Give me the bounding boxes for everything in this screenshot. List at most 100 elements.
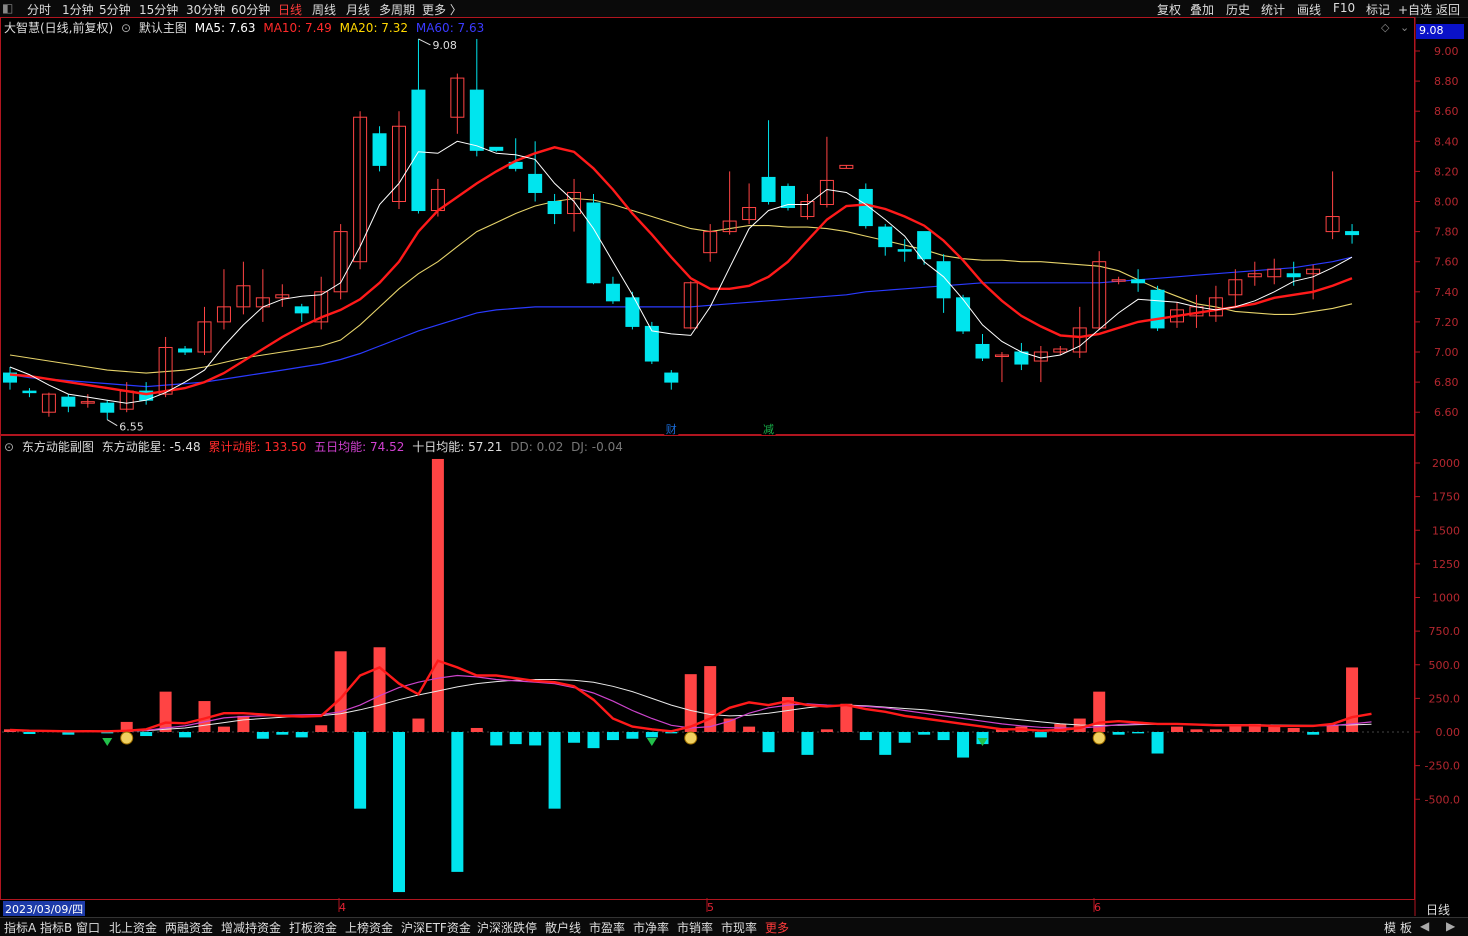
kline-chart[interactable]: 9.00 8.80 8.60 8.40 8.20 8.00 7.80 7.60 7.40 7.20… — [0, 0, 1468, 935]
price-tick-label: 7.20 — [1434, 316, 1459, 329]
template-button[interactable]: 模 — [1384, 919, 1396, 936]
candle-body — [469, 89, 484, 151]
price-tick-label: 8.20 — [1434, 165, 1459, 178]
indicator-tab[interactable]: 散户线 — [545, 919, 581, 936]
energy-bar — [256, 732, 269, 739]
candle-body — [178, 348, 193, 353]
energy-bar — [237, 715, 250, 732]
candle-body — [605, 283, 620, 302]
energy-bar — [179, 732, 192, 738]
energy-bar — [606, 732, 619, 741]
energy-bar — [1326, 725, 1339, 732]
candle-body — [489, 146, 504, 151]
energy-bar — [315, 725, 328, 732]
candle-body — [917, 231, 932, 260]
energy-bar — [140, 732, 153, 737]
price-tick-label: 7.40 — [1434, 286, 1459, 299]
energy-bar — [645, 732, 658, 738]
energy-bar — [859, 732, 872, 741]
energy-bar — [412, 718, 425, 732]
energy-bar — [704, 666, 717, 732]
indicator-tab[interactable]: 沪深涨跌停 — [477, 919, 537, 936]
candle-body — [547, 201, 562, 215]
energy-bar — [1209, 729, 1222, 732]
indicator-tab[interactable]: 两融资金 — [165, 919, 213, 936]
price-tick-label: 6.80 — [1434, 376, 1459, 389]
price-tick-label: 9.00 — [1434, 45, 1459, 58]
energy-bar — [1346, 667, 1359, 732]
indicator-tabs: 模 板 ◀ ▶ 指标A 指标B 窗口 北上资金 两融资金 增减持资金 打板资金 上榜资金 沪深E… — [0, 917, 1468, 936]
energy-tick-label: 2000 — [1432, 457, 1460, 470]
price-tick-label: 7.00 — [1434, 346, 1459, 359]
indicator-tab[interactable]: 指标B — [40, 919, 72, 936]
scroll-right-icon[interactable]: ▶ — [1446, 919, 1455, 933]
energy-bar — [354, 732, 367, 809]
energy-bar — [470, 727, 483, 732]
candle-body — [1286, 273, 1301, 278]
candle-body — [1345, 231, 1360, 236]
cursor-date: 2023/03/09/四 — [3, 901, 86, 916]
coin-icon — [120, 731, 134, 745]
candle-body — [294, 306, 309, 314]
indicator-tab[interactable]: 北上资金 — [109, 919, 157, 936]
high-mark-pointer — [418, 38, 431, 46]
energy-bar — [548, 732, 561, 809]
price-tick-label: 8.80 — [1434, 75, 1459, 88]
energy-bar — [1287, 727, 1300, 732]
coin-icon — [684, 731, 698, 745]
energy-bar — [1151, 732, 1164, 754]
energy-tick-label: 1500 — [1432, 524, 1460, 537]
indicator-tab[interactable]: 上榜资金 — [345, 919, 393, 936]
candle-body — [528, 173, 543, 193]
energy-bar — [1112, 732, 1125, 735]
price-tick-label: 8.00 — [1434, 196, 1459, 209]
energy-tick-label: 1250 — [1432, 558, 1460, 571]
ma10-line — [9, 146, 1353, 396]
energy-tick-label: 250.0 — [1429, 692, 1461, 705]
energy-bar — [801, 732, 814, 755]
energy-tick-label: 500.0 — [1429, 659, 1461, 672]
energy-bar — [957, 732, 970, 758]
energy-bar — [937, 732, 950, 741]
down-arrow-icon — [102, 738, 113, 746]
energy-bar — [529, 732, 542, 746]
low-mark-pointer — [106, 419, 118, 427]
candle-body — [956, 297, 971, 332]
candle-body — [411, 89, 426, 212]
high-mark-label: 9.08 — [432, 39, 457, 52]
energy-bar — [879, 732, 892, 755]
indicator-tab[interactable]: 沪深ETF资金 — [401, 919, 471, 936]
energy-bar — [295, 732, 308, 738]
energy-tick-label: -500.0 — [1425, 793, 1460, 806]
indicator-tab[interactable]: 更多 — [765, 919, 789, 936]
indicator-tab[interactable]: 窗口 — [76, 919, 100, 936]
indicator-tab[interactable]: 市销率 — [677, 919, 713, 936]
indicator-tab[interactable]: 市盈率 — [589, 919, 625, 936]
indicator-tab[interactable]: 打板资金 — [289, 919, 337, 936]
energy-bar — [820, 729, 833, 732]
indicator-tab[interactable]: 增减持资金 — [221, 919, 281, 936]
candle-body — [975, 343, 990, 359]
indicator-tab[interactable]: 市净率 — [633, 919, 669, 936]
indicator-tab[interactable]: 市现率 — [721, 919, 757, 936]
board-button[interactable]: 板 — [1400, 919, 1412, 936]
candle-body — [1150, 289, 1165, 329]
price-tick-label: 7.80 — [1434, 226, 1459, 239]
energy-bar — [587, 732, 600, 749]
price-tick-label: 7.60 — [1434, 256, 1459, 269]
candle-body — [372, 133, 387, 166]
energy-bar — [684, 674, 697, 732]
coin-icon — [1092, 731, 1106, 745]
energy-tick-label: 0.00 — [1436, 726, 1461, 739]
scroll-left-icon[interactable]: ◀ — [1420, 919, 1429, 933]
month-label-6: 6 — [1094, 901, 1101, 914]
price-tick-label: 8.40 — [1434, 135, 1459, 148]
energy-bar — [1268, 726, 1281, 732]
down-arrow-icon — [646, 738, 657, 746]
ma5-line — [9, 140, 1353, 404]
indicator-tab[interactable]: 指标A — [4, 919, 36, 936]
candle-body — [878, 226, 893, 248]
candle-body — [761, 176, 776, 202]
candle-body — [664, 372, 679, 383]
energy-bar — [568, 732, 581, 743]
